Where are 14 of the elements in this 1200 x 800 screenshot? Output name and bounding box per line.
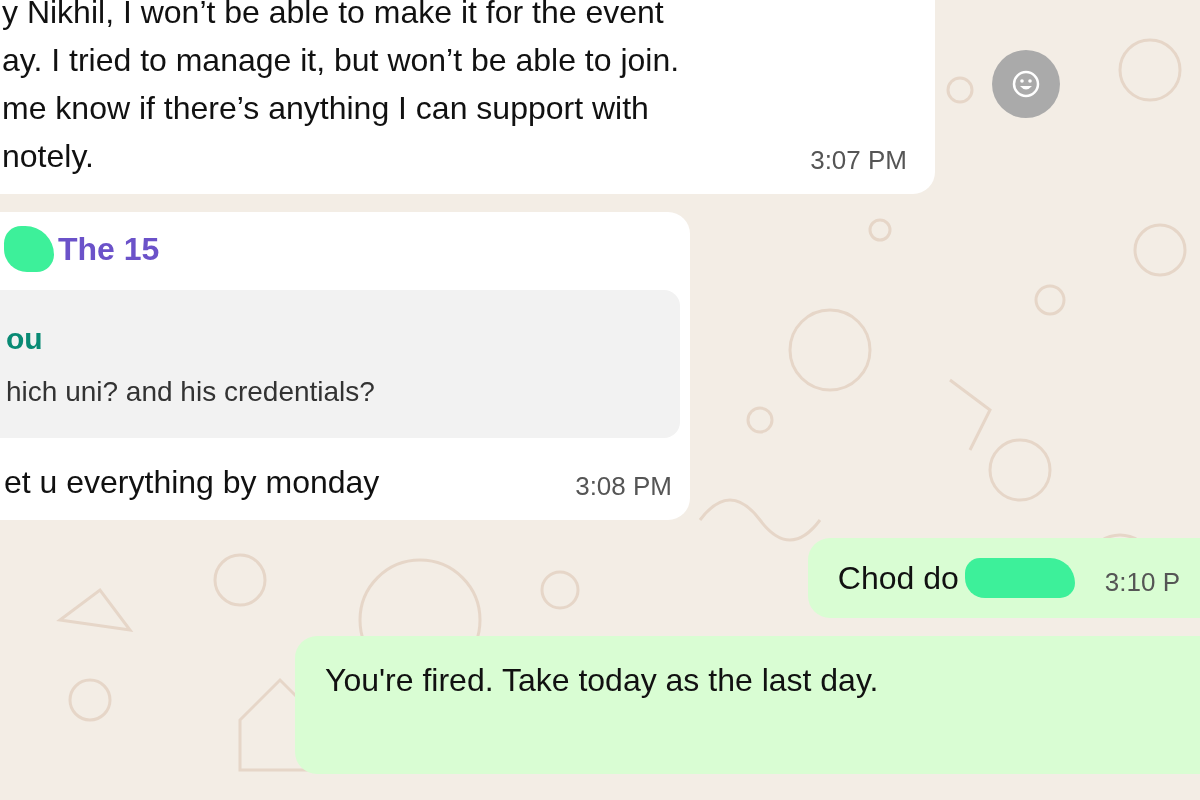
sender-name: The 15 — [58, 230, 160, 268]
message-time: 3:07 PM — [810, 145, 907, 177]
message-text: ay. I tried to manage it, but won’t be able to join. — [2, 41, 680, 80]
message-text: Chod do — [837, 559, 959, 598]
smiley-icon — [1011, 69, 1041, 99]
message-time: 3:08 PM — [575, 471, 672, 503]
message-text: You're fired. Take today as the last day. — [325, 661, 879, 700]
message-text: me know if there’s anything I can support with — [2, 89, 649, 128]
message-text: notely. — [2, 137, 94, 176]
message-text: et u everything by monday — [4, 463, 380, 502]
quote-author: ou — [5, 322, 44, 356]
message-text: y Nikhil, I won’t be able to make it for the event — [2, 0, 664, 32]
quote-text: hich uni? and his credentials? — [5, 376, 376, 408]
message-time: 3:10 P — [1104, 567, 1180, 599]
